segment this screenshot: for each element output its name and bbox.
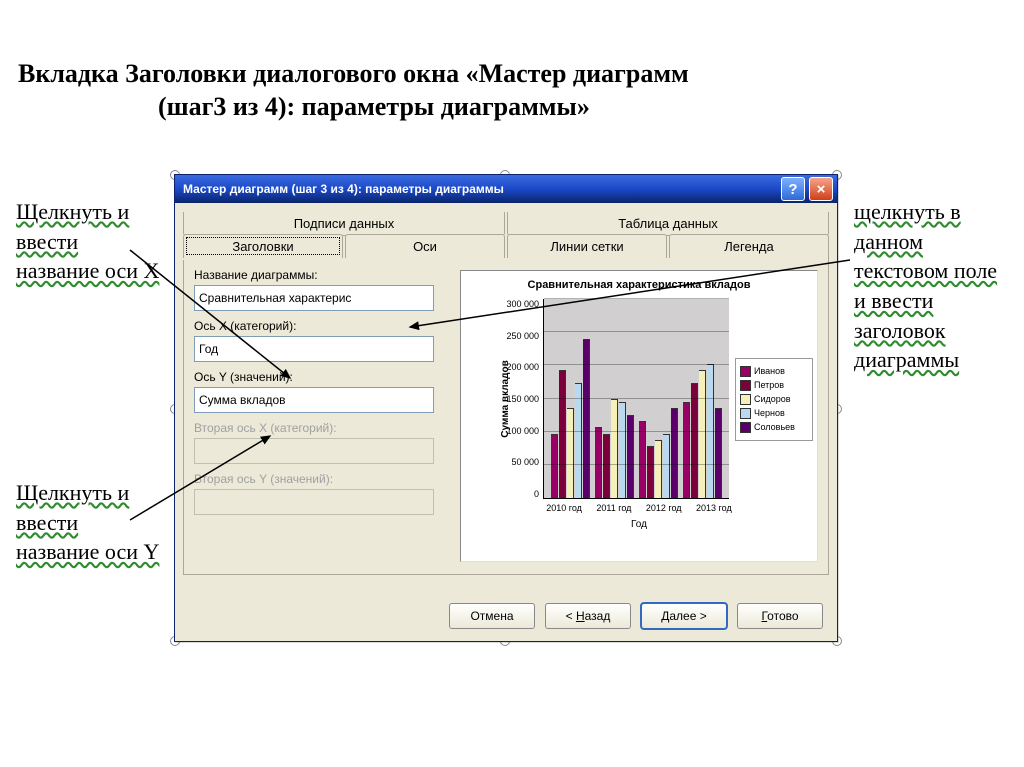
callout-chart-title: щелкнуть в данном текстовом поле и ввест… bbox=[854, 197, 1014, 375]
bar-group bbox=[639, 408, 678, 498]
y2-axis-input bbox=[194, 489, 434, 515]
callout-axis-y: Щелкнуть и ввести название оси Y bbox=[16, 478, 166, 567]
legend-item: Сидоров bbox=[740, 394, 808, 405]
preview-y-axis: 300 000250 000200 000150 000100 00050 00… bbox=[489, 299, 543, 499]
back-button[interactable]: < Назад bbox=[545, 603, 631, 629]
bar bbox=[619, 402, 626, 498]
x-axis-input[interactable] bbox=[194, 336, 434, 362]
bar bbox=[627, 415, 634, 498]
bar-group bbox=[595, 399, 634, 498]
bar bbox=[715, 408, 722, 498]
tab-row-upper: Подписи данных Таблица данных bbox=[183, 211, 829, 235]
bar bbox=[699, 370, 706, 498]
bar-group bbox=[551, 339, 590, 498]
bar bbox=[691, 383, 698, 498]
bar bbox=[551, 434, 558, 498]
tab-legend[interactable]: Легенда bbox=[669, 234, 829, 258]
finish-button[interactable]: Готово bbox=[737, 603, 823, 629]
bar bbox=[671, 408, 678, 498]
titles-form: Название диаграммы: Ось X (категорий): О… bbox=[194, 268, 454, 523]
close-button[interactable]: × bbox=[809, 177, 833, 201]
bar bbox=[611, 399, 618, 498]
tab-gridlines[interactable]: Линии сетки bbox=[507, 234, 667, 258]
bar bbox=[583, 339, 590, 498]
bar bbox=[639, 421, 646, 498]
chart-title-input[interactable] bbox=[194, 285, 434, 311]
legend-item: Иванов bbox=[740, 366, 808, 377]
tab-axes[interactable]: Оси bbox=[345, 234, 505, 258]
legend-item: Соловьев bbox=[740, 422, 808, 433]
bar bbox=[655, 440, 662, 498]
page-title-line1: Вкладка Заголовки диалогового окна «Маст… bbox=[18, 59, 689, 88]
x2-axis-input bbox=[194, 438, 434, 464]
next-button[interactable]: Далее > bbox=[641, 603, 727, 629]
dialog-buttons: Отмена < Назад Далее > Готово bbox=[449, 603, 823, 629]
legend-item: Петров bbox=[740, 380, 808, 391]
bar bbox=[595, 427, 602, 498]
bar bbox=[647, 446, 654, 498]
preview-x-axis: 2010 год2011 год2012 год2013 год bbox=[539, 503, 739, 513]
preview-plot-area bbox=[543, 299, 729, 499]
chart-title-label: Название диаграммы: bbox=[194, 268, 454, 282]
tab-row-lower: Заголовки Оси Линии сетки Легенда bbox=[183, 234, 829, 258]
dialog-title: Мастер диаграмм (шаг 3 из 4): параметры … bbox=[183, 182, 777, 196]
tab-data-labels[interactable]: Подписи данных bbox=[183, 212, 505, 236]
legend-item: Чернов bbox=[740, 408, 808, 419]
tab-data-table[interactable]: Таблица данных bbox=[507, 212, 829, 236]
chart-preview: Сравнительная характеристика вкладов Сум… bbox=[460, 270, 818, 562]
y2-axis-label: Вторая ось Y (значений): bbox=[194, 472, 454, 486]
y-axis-input[interactable] bbox=[194, 387, 434, 413]
bar bbox=[663, 434, 670, 498]
x2-axis-label: Вторая ось X (категорий): bbox=[194, 421, 454, 435]
bar bbox=[567, 408, 574, 498]
chart-wizard-dialog: Мастер диаграмм (шаг 3 из 4): параметры … bbox=[174, 174, 836, 640]
page-title-line2: (шаг3 из 4): параметры диаграммы» bbox=[158, 92, 590, 121]
y-axis-label: Ось Y (значений): bbox=[194, 370, 454, 384]
tab-titles[interactable]: Заголовки bbox=[183, 234, 343, 258]
help-button[interactable]: ? bbox=[781, 177, 805, 201]
bar bbox=[559, 370, 566, 498]
callout-axis-x: Щелкнуть и ввести название оси X bbox=[16, 197, 166, 286]
preview-ylabel: Сумма вкладов bbox=[500, 360, 511, 437]
cancel-button[interactable]: Отмена bbox=[449, 603, 535, 629]
dialog-titlebar: Мастер диаграмм (шаг 3 из 4): параметры … bbox=[175, 175, 837, 203]
preview-chart-title: Сравнительная характеристика вкладов bbox=[465, 279, 813, 291]
preview-legend: Иванов Петров Сидоров Чернов Соловьев bbox=[735, 358, 813, 441]
x-axis-label: Ось X (категорий): bbox=[194, 319, 454, 333]
tab-panel: Название диаграммы: Ось X (категорий): О… bbox=[183, 258, 829, 575]
preview-xlabel: Год bbox=[465, 519, 813, 530]
bar bbox=[575, 383, 582, 498]
page-title: Вкладка Заголовки диалогового окна «Маст… bbox=[18, 58, 798, 123]
bar bbox=[683, 402, 690, 498]
bar bbox=[603, 434, 610, 498]
